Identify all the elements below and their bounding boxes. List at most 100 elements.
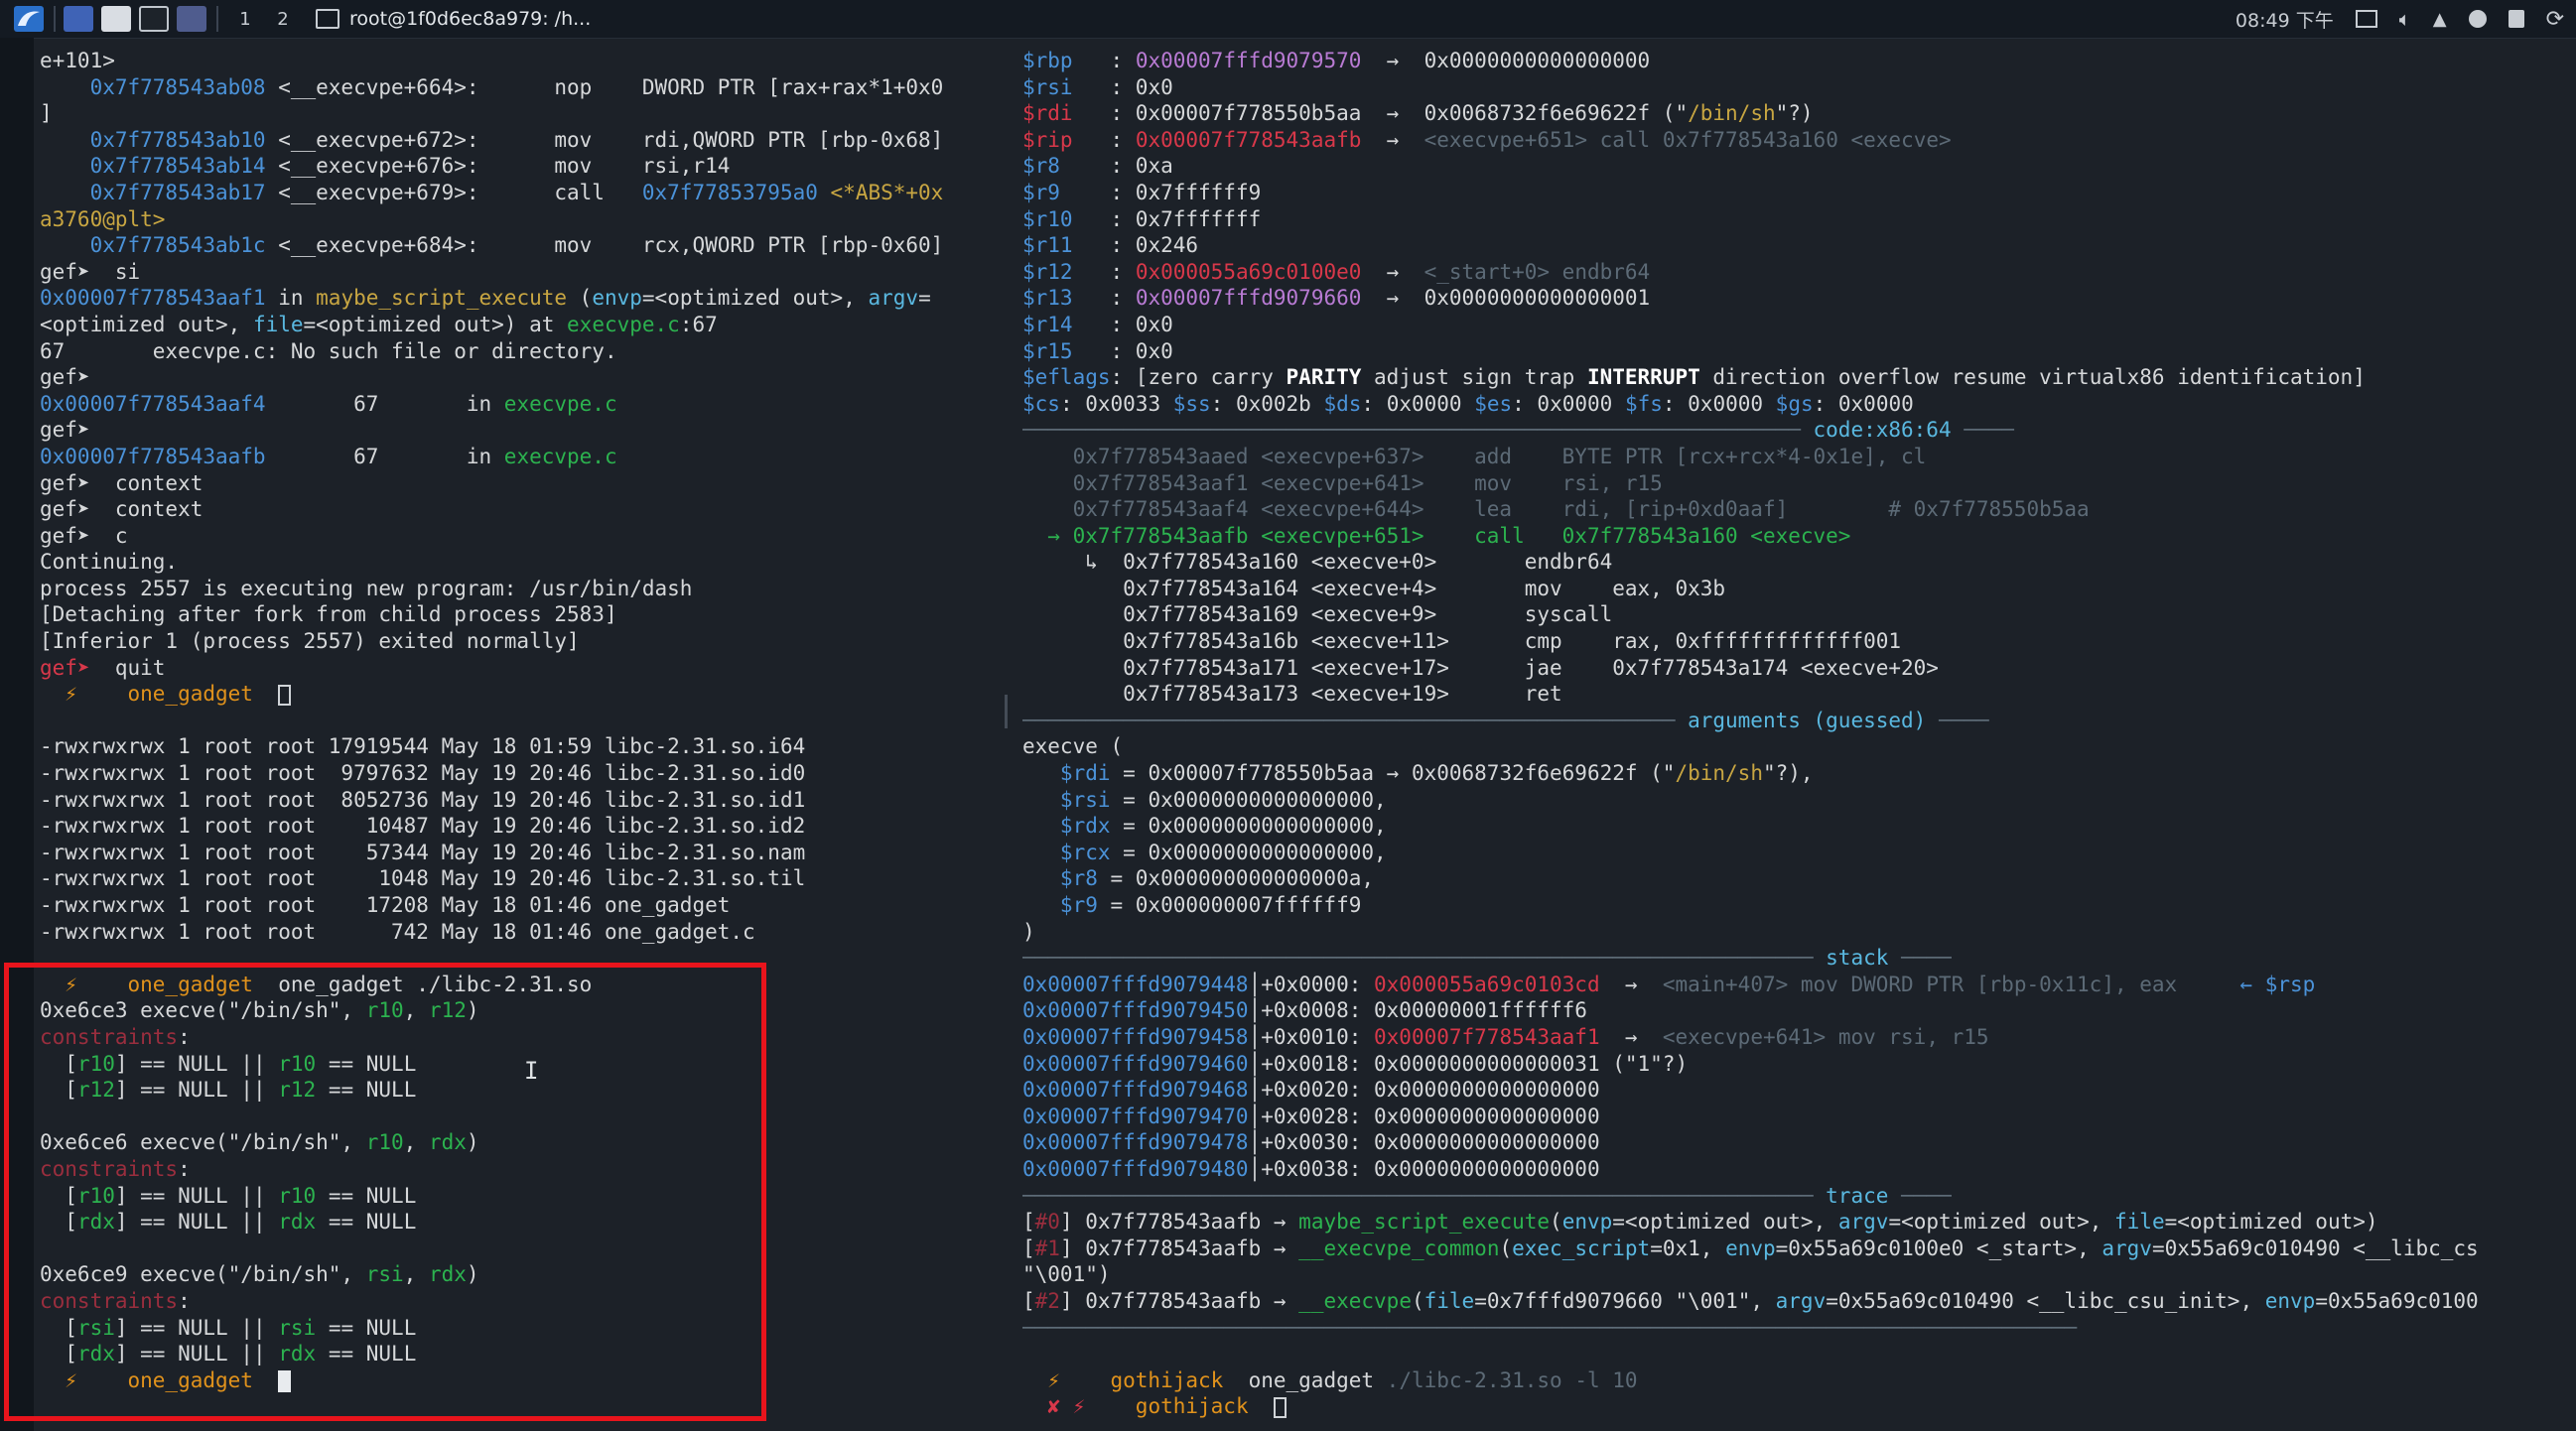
terminal-text: =0x55a69c0100e0 <_start>, — [1775, 1236, 2102, 1260]
terminal-text: [ — [40, 1315, 77, 1340]
terminal-text: $rbp — [1022, 49, 1111, 72]
terminal-text: $r12 — [1022, 259, 1111, 284]
terminal-text: : — [1110, 127, 1136, 152]
terminal-text: $r11 — [1022, 233, 1111, 258]
terminal-text: [ — [1022, 1236, 1035, 1260]
terminal-text: : 0x0000 — [1662, 391, 1776, 416]
terminal-line: $rcx = 0x0000000000000000, — [1022, 840, 2571, 866]
terminal-text: <optimized out>, — [40, 312, 253, 336]
terminal-line: 67 execvpe.c: No such file or directory. — [40, 338, 1013, 365]
terminal-pane-right-gef-context[interactable]: $rbp : 0x00007fffd9079570 → 0x0000000000… — [1022, 48, 2571, 1427]
terminal-line: $r12 : 0x000055a69c0100e0 → <_start+0> e… — [1022, 259, 2571, 286]
terminal-text: 0x00007fffd9079470 — [1022, 1104, 1249, 1128]
pane-divider[interactable] — [1005, 695, 1008, 728]
terminal-text: ──── — [1888, 946, 1952, 971]
terminal-line: 0x7f778543a171 <execve+17> jae 0x7f77854… — [1022, 655, 2571, 682]
notification-bell-icon[interactable]: ▲ — [2433, 9, 2447, 30]
terminal-text: ) — [1022, 919, 1035, 944]
system-tray: 08:49 下午 🔈︎ ▲ ⟳ — [2236, 0, 2564, 38]
terminal-text: =<optimized out>, — [641, 286, 869, 311]
terminal-line: ────────────────────────────────────────… — [1022, 1315, 2571, 1342]
terminal-text: file — [1424, 1288, 1475, 1313]
terminal-line: $rip : 0x00007f778543aafb → <execvpe+651… — [1022, 127, 2571, 154]
terminal-text: c — [102, 523, 128, 548]
terminal-text: gef➤ — [40, 523, 103, 548]
terminal-text: [ — [40, 1210, 77, 1235]
terminal-text: = 0x000000000000000a, — [1097, 866, 1375, 891]
clock[interactable]: 08:49 下午 — [2236, 6, 2334, 33]
terminal-text: ⚡ — [40, 682, 103, 707]
terminal-text: ────────────────────────────────────────… — [1022, 418, 1814, 443]
terminal-text: 0x7f778543a164 <execve+4> mov eax, 0x3b — [1022, 576, 1726, 600]
terminal-text: 0x7f778543a169 <execve+9> syscall — [1022, 602, 1613, 627]
terminal-text: argv — [1837, 1210, 1889, 1235]
terminal-cursor — [278, 684, 292, 706]
terminal-text: = 0x0000000000000000, — [1110, 814, 1387, 839]
terminal-line: $rsi : 0x0 — [1022, 74, 2571, 101]
left-window-strip — [0, 38, 34, 1431]
terminal-cursor — [278, 1369, 292, 1392]
terminal-launcher-icon[interactable] — [139, 6, 169, 32]
terminal-text: 0x7f778543aaed <execvpe+637> add BYTE PT… — [1022, 444, 1927, 468]
show-desktop-icon[interactable] — [64, 6, 93, 32]
taskbar-window-terminal[interactable]: root@1f0d6ec8a979: /h... — [316, 8, 591, 30]
terminal-line: $rdi = 0x00007f778550b5aa → 0x0068732f6e… — [1022, 760, 2571, 787]
terminal-line: $r10 : 0x7fffffff — [1022, 206, 2571, 233]
terminal-text: $rdi — [1022, 761, 1111, 786]
terminal-text: == NULL — [316, 1051, 417, 1076]
lock-icon[interactable] — [2508, 10, 2524, 28]
terminal-line: 0x00007f778543aafb 67 in execvpe.c — [40, 444, 1013, 470]
terminal-text: -rwxrwxrwx 1 root root 17208 May 18 01:4… — [40, 893, 731, 917]
terminal-text: │+0x0010: — [1248, 1024, 1375, 1049]
terminal-text: constraints — [40, 1024, 179, 1049]
terminal-text: arguments (guessed) — [1688, 708, 1927, 732]
terminal-text: gef➤ — [40, 418, 103, 443]
power-settings-icon[interactable] — [2468, 10, 2487, 28]
terminal-line: 0x7f778543aaed <execvpe+637> add BYTE PT… — [1022, 444, 2571, 470]
terminal-text: constraints — [40, 1288, 179, 1313]
terminal-line: [#2] 0x7f778543aafb → __execvpe(file=0x7… — [1022, 1288, 2571, 1315]
terminal-text: argv — [1775, 1288, 1827, 1313]
terminal-text: 0x7f778543ab08 — [40, 74, 266, 99]
terminal-text: rdx — [76, 1210, 115, 1235]
volume-icon[interactable]: 🔈︎ — [2399, 7, 2411, 31]
terminal-text: r10 — [76, 1183, 115, 1208]
terminal-line: constraints: — [40, 1024, 1013, 1051]
file-manager-icon[interactable] — [101, 6, 131, 32]
terminal-text: ) — [466, 998, 479, 1023]
terminal-line: -rwxrwxrwx 1 root root 742 May 18 01:46 … — [40, 919, 1013, 946]
terminal-line: 0x7f778543a169 <execve+9> syscall — [1022, 601, 2571, 628]
workspace-2[interactable]: 2 — [272, 9, 294, 30]
terminal-line: [r10] == NULL || r10 == NULL — [40, 1183, 1013, 1210]
display-icon[interactable] — [2355, 10, 2377, 28]
terminal-text: "?), — [1762, 761, 1814, 786]
terminal-text: process 2557 is executing new program: /… — [40, 576, 693, 600]
terminal-text: in — [265, 286, 317, 311]
terminal-text: ] == NULL || — [114, 1342, 279, 1366]
terminal-text: code:x86:64 — [1813, 418, 1952, 443]
terminal-line: -rwxrwxrwx 1 root root 1048 May 19 20:46… — [40, 865, 1013, 892]
terminal-text: 0x00007fffd9079660 — [1135, 286, 1362, 311]
terminal-text: "?) — [1775, 101, 1814, 126]
terminal-text: ⚡ — [40, 1367, 103, 1392]
terminal-pane-left[interactable]: e+101> 0x7f778543ab08 <__execvpe+664>: n… — [40, 48, 1013, 1427]
terminal-line: gef➤ c — [40, 523, 1013, 550]
terminal-line: $rbp : 0x00007fffd9079570 → 0x0000000000… — [1022, 48, 2571, 74]
workspace-1[interactable]: 1 — [234, 9, 256, 30]
terminal-line: $r8 : 0xa — [1022, 153, 2571, 180]
terminal-text: = — [918, 286, 931, 311]
kali-menu-icon[interactable] — [14, 6, 44, 32]
terminal-text: one_gadget — [1248, 1367, 1387, 1392]
terminal-text: ] 0x7f778543aafb → — [1059, 1288, 1299, 1313]
terminal-text: $rsi — [1022, 787, 1111, 812]
terminal-text: argv — [868, 286, 919, 311]
terminal-text: : 0x0000 — [1361, 391, 1475, 416]
terminal-text: =0x1, — [1650, 1236, 1726, 1260]
terminal-text: ──── — [1926, 708, 1989, 732]
terminal-text: -rwxrwxrwx 1 root root 57344 May 19 20:4… — [40, 840, 806, 864]
terminal-line: → 0x7f778543aafb <execvpe+651> call 0x7f… — [1022, 523, 2571, 550]
browser-launcher-icon[interactable] — [177, 6, 206, 32]
refresh-icon[interactable]: ⟳ — [2546, 7, 2564, 32]
terminal-text: adjust sign trap — [1361, 365, 1587, 390]
